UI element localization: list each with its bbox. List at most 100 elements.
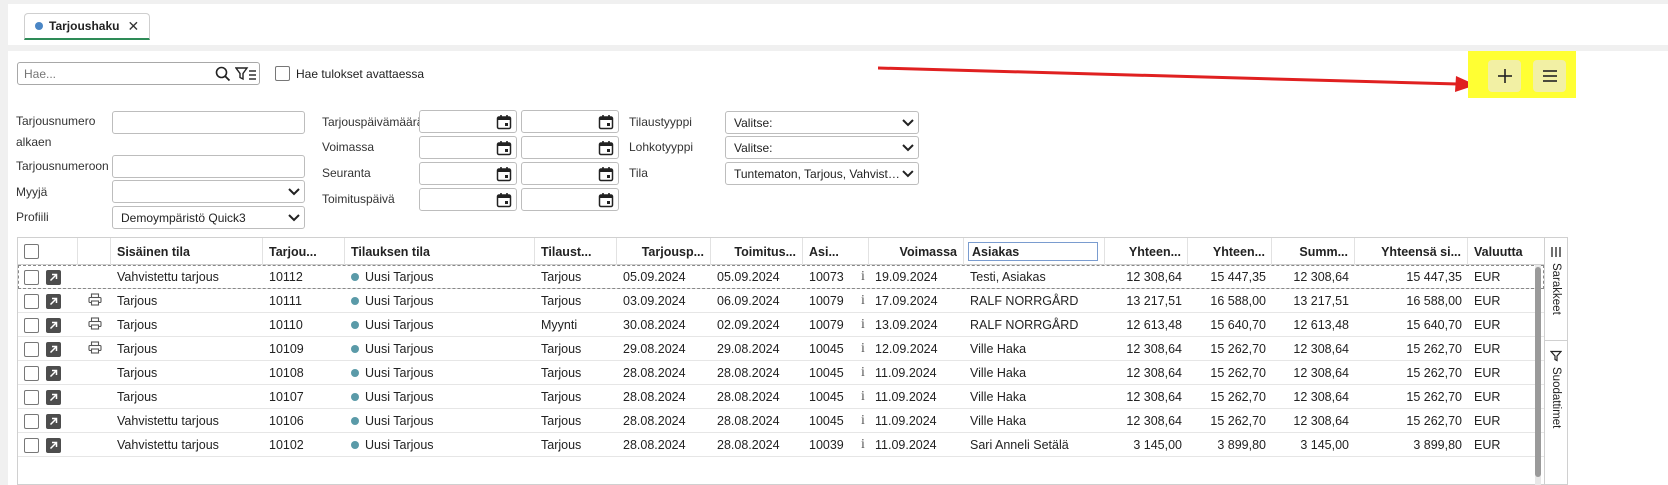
add-button[interactable]	[1488, 60, 1521, 92]
cell-text: EUR	[1474, 318, 1501, 332]
row-checkbox[interactable]	[24, 437, 39, 453]
table-row[interactable]: Tarjous 10111 Uusi Tarjous Tarjous 03.09.202…	[18, 289, 1544, 313]
status-dot-icon	[351, 297, 359, 305]
calendar-icon[interactable]	[598, 114, 614, 130]
cell-val: EUR	[1468, 265, 1544, 289]
col-header-tarjousnumero[interactable]: Tarjou...	[263, 238, 345, 265]
cell-tyyppi: Tarjous	[535, 265, 617, 289]
cell-tila: Uusi Tarjous	[345, 409, 535, 433]
table-row[interactable]: Vahvistettu tarjous 10106 Uusi Tarjous Tarj…	[18, 409, 1544, 433]
col-header-tarjouspvm[interactable]: Tarjousp...	[617, 238, 711, 265]
voimassa-to[interactable]	[521, 136, 619, 159]
printer-icon[interactable]	[87, 341, 102, 357]
tarjousnumeroon-input[interactable]	[112, 155, 305, 178]
calendar-icon[interactable]	[496, 192, 512, 208]
tarjousnumero-alkaen-input[interactable]	[112, 111, 305, 134]
row-checkbox[interactable]	[24, 317, 39, 333]
seuranta-from[interactable]	[419, 162, 517, 185]
grid-scrollbar[interactable]	[1535, 265, 1541, 485]
open-record-icon[interactable]	[46, 365, 61, 381]
table-row[interactable]: Vahvistettu tarjous 10102 Uusi Tarjous Tarj…	[18, 433, 1544, 457]
toimituspaiva-from[interactable]	[419, 188, 517, 211]
row-checkbox[interactable]	[24, 413, 39, 429]
tilaustyyppi-select[interactable]: Valitse:	[725, 111, 919, 134]
tila-select[interactable]: Tuntematon, Tarjous, Vahviste...	[725, 162, 919, 185]
table-row[interactable]: Vahvistettu tarjous 10112 Uusi Tarjous Tarj…	[18, 265, 1544, 289]
cell-sisainen: Vahvistettu tarjous	[111, 409, 263, 433]
calendar-icon[interactable]	[598, 166, 614, 182]
myyja-select[interactable]	[112, 180, 305, 203]
cell-toim: 28.08.2024	[711, 433, 803, 457]
open-record-icon[interactable]	[46, 341, 61, 357]
col-header-valuutta[interactable]: Valuutta	[1468, 238, 1544, 265]
search-icon[interactable]	[213, 64, 233, 84]
table-row[interactable]: Tarjous 10107 Uusi Tarjous Tarjous 28.08.202…	[18, 385, 1544, 409]
open-record-icon[interactable]	[46, 437, 61, 453]
row-actions-cell	[78, 313, 111, 337]
info-icon[interactable]: i	[855, 313, 869, 337]
info-icon[interactable]: i	[855, 337, 869, 361]
col-header-asiakas[interactable]: Asiakas	[964, 238, 1105, 265]
info-icon[interactable]: i	[855, 289, 869, 313]
info-icon[interactable]: i	[855, 433, 869, 457]
col-header-yhteensa-sis[interactable]: Yhteensä si...	[1355, 238, 1468, 265]
col-header-tilauksen-tila[interactable]: Tilauksen tila	[345, 238, 535, 265]
calendar-icon[interactable]	[598, 140, 614, 156]
cell-text: 30.08.2024	[623, 318, 686, 332]
open-record-icon[interactable]	[46, 413, 61, 429]
seuranta-to[interactable]	[521, 162, 619, 185]
open-record-icon[interactable]	[46, 317, 61, 333]
close-icon[interactable]: ✕	[127, 18, 139, 35]
autoload-checkbox[interactable]	[275, 66, 290, 81]
header-select-all	[18, 238, 78, 265]
printer-icon[interactable]	[87, 317, 102, 333]
open-record-icon[interactable]	[46, 293, 61, 309]
calendar-icon[interactable]	[496, 166, 512, 182]
printer-icon[interactable]	[87, 293, 102, 309]
col-header-summa[interactable]: Summ...	[1272, 238, 1355, 265]
tab-tarjoushaku[interactable]: Tarjoushaku ✕	[24, 13, 151, 40]
col-header-yhteensa-2[interactable]: Yhteen...	[1188, 238, 1272, 265]
col-header-yhteensa-1[interactable]: Yhteen...	[1105, 238, 1188, 265]
profiili-select[interactable]: Demoympäristö Quick3	[112, 206, 305, 229]
table-row[interactable]: Tarjous 10109 Uusi Tarjous Tarjous 29.08.202…	[18, 337, 1544, 361]
col-header-voimassa[interactable]: Voimassa	[869, 238, 964, 265]
voimassa-from[interactable]	[419, 136, 517, 159]
toimituspaiva-to[interactable]	[521, 188, 619, 211]
lohkotyyppi-select[interactable]: Valitse:	[725, 136, 919, 159]
table-row[interactable]: Tarjous 10110 Uusi Tarjous Myynti 30.08.2024…	[18, 313, 1544, 337]
calendar-icon[interactable]	[496, 140, 512, 156]
select-all-checkbox[interactable]	[24, 244, 39, 259]
cell-text: 11.09.2024	[875, 438, 937, 452]
cell-text: 29.08.2024	[717, 342, 780, 356]
row-checkbox[interactable]	[24, 293, 39, 309]
calendar-icon[interactable]	[496, 114, 512, 130]
side-tab-filters[interactable]: Suodattimet	[1545, 350, 1567, 428]
info-icon[interactable]: i	[855, 409, 869, 433]
row-checkbox[interactable]	[24, 365, 39, 381]
table-row[interactable]: Tarjous 10108 Uusi Tarjous Tarjous 28.08.202…	[18, 361, 1544, 385]
col-header-sisainen-tila[interactable]: Sisäinen tila	[111, 238, 263, 265]
col-header-asiakasnro[interactable]: Asi...	[803, 238, 869, 265]
scrollbar-thumb[interactable]	[1535, 267, 1541, 477]
cell-text: 15 447,35	[1210, 270, 1266, 284]
col-header-tilaustyyppi[interactable]: Tilaust...	[535, 238, 617, 265]
open-record-icon[interactable]	[46, 389, 61, 405]
row-checkbox[interactable]	[24, 389, 39, 405]
calendar-icon[interactable]	[598, 192, 614, 208]
col-header-toimituspvm[interactable]: Toimitus...	[711, 238, 803, 265]
row-checkbox[interactable]	[24, 341, 39, 357]
tarjouspaiva-from[interactable]	[419, 110, 517, 133]
tarjouspaiva-to[interactable]	[521, 110, 619, 133]
cell-tyyppi: Tarjous	[535, 385, 617, 409]
info-icon[interactable]: i	[855, 361, 869, 385]
menu-button[interactable]	[1533, 60, 1566, 92]
tilaustyyppi-value: Valitse:	[734, 115, 773, 130]
side-tab-columns[interactable]: Sarakkeet	[1545, 246, 1567, 315]
filter-options-icon[interactable]	[233, 64, 259, 84]
info-icon[interactable]: i	[855, 385, 869, 409]
info-icon[interactable]: i	[855, 265, 869, 289]
search-input[interactable]	[18, 63, 213, 84]
open-record-icon[interactable]	[46, 269, 61, 285]
row-checkbox[interactable]	[24, 269, 39, 285]
